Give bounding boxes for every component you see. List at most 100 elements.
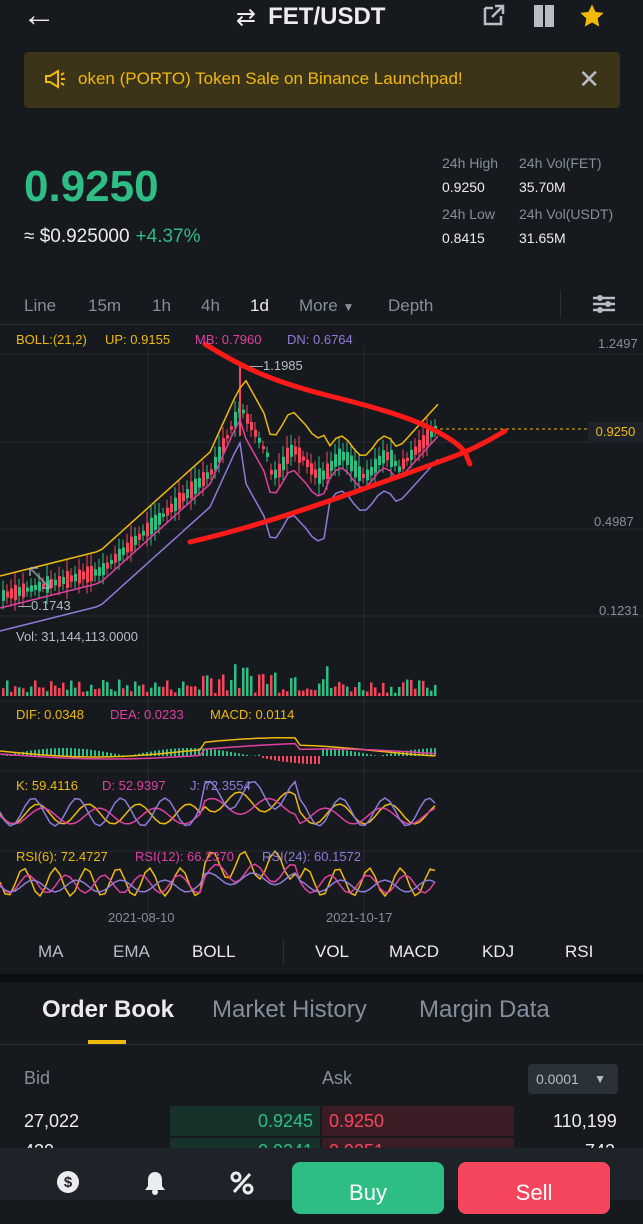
volume-bar — [302, 691, 305, 696]
vol-base-label: 24h Vol(FET) — [519, 155, 601, 171]
candle — [326, 463, 329, 479]
volume-bars — [2, 664, 437, 696]
candle — [382, 450, 385, 463]
tab-line[interactable]: Line — [24, 296, 56, 316]
pair-selector[interactable]: ⇄ FET/USDT — [236, 2, 385, 32]
volume-bar — [382, 683, 385, 696]
candle — [246, 414, 249, 424]
divider — [0, 324, 643, 325]
external-link-icon[interactable] — [480, 2, 508, 30]
candle — [334, 454, 337, 466]
section-divider — [0, 974, 643, 982]
announcement-banner[interactable]: oken (PORTO) Token Sale on Binance Launc… — [24, 52, 620, 108]
bookmark-icon[interactable] — [530, 2, 558, 30]
candle — [354, 461, 357, 478]
bell-icon[interactable] — [143, 1170, 167, 1196]
candle — [206, 472, 209, 479]
volume-bar — [106, 682, 109, 696]
tab-macd[interactable]: MACD — [389, 942, 439, 962]
close-icon[interactable]: ✕ — [578, 64, 600, 95]
candle — [278, 464, 281, 478]
volume-bar — [82, 692, 85, 696]
volume-bar — [278, 693, 281, 696]
candle — [14, 585, 17, 600]
tab-margin-data[interactable]: Margin Data — [419, 996, 550, 1024]
macd-bar — [350, 751, 352, 756]
tab-more[interactable]: More ▼ — [299, 296, 354, 316]
volume-bar — [206, 675, 209, 696]
macd-bar — [194, 748, 196, 756]
tab-ma[interactable]: MA — [38, 942, 64, 962]
candle — [178, 493, 181, 509]
candle — [422, 435, 425, 448]
divider — [560, 290, 561, 318]
sell-button[interactable]: Sell — [458, 1162, 610, 1214]
macd-bar — [78, 749, 80, 756]
candle — [426, 430, 429, 446]
vol-quote-label: 24h Vol(USDT) — [519, 206, 613, 222]
volume-bar — [198, 690, 201, 696]
more-label: More — [299, 296, 338, 315]
candle — [38, 582, 41, 592]
candle — [410, 450, 413, 460]
precision-select[interactable]: 0.0001 ▼ — [528, 1064, 618, 1094]
axis-tick: 0.1231 — [599, 603, 639, 618]
low-marker: —0.1743 — [18, 598, 71, 613]
megaphone-icon — [44, 69, 66, 94]
precision-value: 0.0001 — [536, 1071, 579, 1087]
candle — [66, 571, 69, 588]
ask-price[interactable]: 0.9250 — [329, 1111, 384, 1132]
buy-button[interactable]: Buy — [292, 1162, 444, 1214]
volume-bar — [242, 668, 245, 696]
macd-bar — [102, 752, 104, 756]
fiat-price-row: ≈ $0.925000+4.37% — [24, 226, 201, 248]
volume-bar — [122, 688, 125, 696]
macd-bar — [214, 750, 216, 756]
macd-panel — [0, 738, 436, 764]
boll-line — [0, 381, 438, 576]
volume-bar — [134, 681, 137, 696]
dollar-icon[interactable]: $ — [56, 1170, 80, 1194]
candle — [166, 508, 169, 516]
volume-bar — [362, 690, 365, 696]
tab-depth[interactable]: Depth — [388, 296, 433, 316]
volume-bar — [146, 692, 149, 696]
tab-ema[interactable]: EMA — [113, 942, 150, 962]
candle — [22, 584, 25, 598]
candle — [202, 472, 205, 486]
tab-market-history[interactable]: Market History — [212, 996, 367, 1024]
tab-order-book[interactable]: Order Book — [42, 996, 174, 1024]
candle — [130, 537, 133, 552]
fiat-price: ≈ $0.925000 — [24, 226, 130, 247]
volume-bar — [2, 688, 5, 696]
tab-boll[interactable]: BOLL — [192, 942, 235, 962]
bollinger-bands — [0, 381, 438, 631]
volume-bar — [118, 680, 121, 696]
tab-rsi[interactable]: RSI — [565, 942, 593, 962]
volume-bar — [266, 684, 269, 696]
candle — [142, 531, 145, 536]
candle — [82, 572, 85, 580]
star-icon[interactable] — [578, 2, 606, 30]
tab-kdj[interactable]: KDJ — [482, 942, 514, 962]
volume-bar — [358, 682, 361, 696]
candle — [210, 469, 213, 474]
macd-bar — [374, 755, 376, 756]
volume-bar — [290, 678, 293, 696]
tab-15m[interactable]: 15m — [88, 296, 121, 316]
tab-1h[interactable]: 1h — [152, 296, 171, 316]
percent-icon[interactable] — [229, 1170, 255, 1196]
candle — [86, 567, 89, 583]
settings-sliders-icon[interactable] — [590, 292, 618, 316]
candle — [362, 474, 365, 478]
volume-bar — [306, 689, 309, 696]
tab-1d[interactable]: 1d — [250, 296, 269, 316]
volume-bar — [418, 680, 421, 696]
candle — [418, 440, 421, 452]
macd-bar — [358, 752, 360, 756]
arrow-left-icon[interactable]: ← — [22, 0, 56, 32]
tab-vol[interactable]: VOL — [315, 942, 349, 962]
tab-4h[interactable]: 4h — [201, 296, 220, 316]
bid-price[interactable]: 0.9245 — [258, 1111, 313, 1132]
candle — [318, 468, 321, 484]
